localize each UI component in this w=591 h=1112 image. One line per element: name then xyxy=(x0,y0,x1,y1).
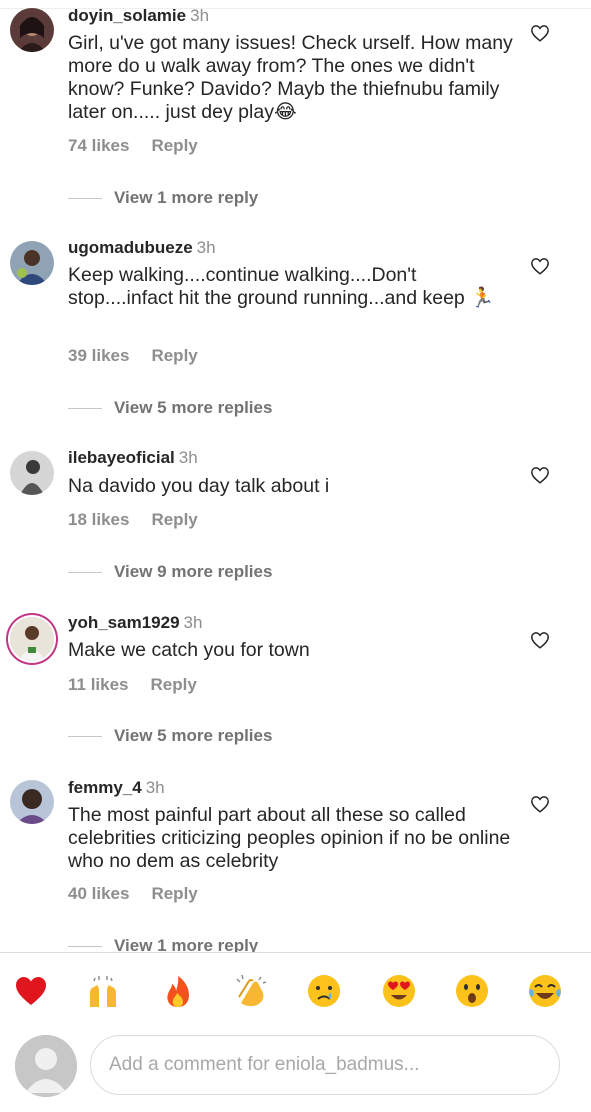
comment-meta: 11 likes Reply xyxy=(68,675,197,695)
crying-face-icon[interactable] xyxy=(306,973,342,1009)
heart-outline-icon[interactable] xyxy=(530,795,550,813)
replies-divider xyxy=(68,408,102,410)
replies-divider xyxy=(68,946,102,948)
heart-outline-icon[interactable] xyxy=(530,257,550,275)
likes-count[interactable]: 39 likes xyxy=(68,346,129,365)
my-avatar[interactable] xyxy=(15,1035,77,1097)
heart-outline-icon[interactable] xyxy=(530,466,550,484)
view-replies-button[interactable]: View 5 more replies xyxy=(68,398,272,418)
comment-text: The most painful part about all these so… xyxy=(68,804,511,872)
comment-header: doyin_solamie 3h xyxy=(68,6,209,26)
heart-outline-icon[interactable] xyxy=(530,631,550,649)
likes-count[interactable]: 18 likes xyxy=(68,510,129,529)
default-avatar-icon xyxy=(15,1035,77,1097)
view-replies-button[interactable]: View 5 more replies xyxy=(68,726,272,746)
likes-count[interactable]: 74 likes xyxy=(68,136,129,155)
avatar[interactable] xyxy=(10,241,54,285)
comment-time: 3h xyxy=(196,238,216,257)
likes-count[interactable]: 11 likes xyxy=(68,675,129,694)
heart-outline-icon[interactable] xyxy=(530,24,550,42)
replies-divider xyxy=(68,572,102,574)
replies-divider xyxy=(68,198,102,200)
comment-input[interactable] xyxy=(90,1035,560,1095)
reply-button[interactable]: Reply xyxy=(151,675,197,694)
view-replies-label: View 5 more replies xyxy=(114,398,273,417)
comment-username[interactable]: femmy_4 xyxy=(68,778,142,797)
raising-hands-icon[interactable] xyxy=(85,973,121,1009)
red-heart-icon[interactable] xyxy=(13,973,49,1009)
replies-divider xyxy=(68,736,102,738)
comment-item: doyin_solamie 3h Girl, u've got many issu… xyxy=(0,0,591,215)
comment-text: Make we catch you for town xyxy=(68,639,310,661)
comment-header: ilebayeoficial 3h xyxy=(68,448,198,468)
view-replies-label: View 1 more reply xyxy=(114,188,259,207)
view-replies-label: View 9 more replies xyxy=(114,562,273,581)
reply-button[interactable]: Reply xyxy=(151,346,197,365)
comment-username[interactable]: yoh_sam1929 xyxy=(68,613,180,632)
comment-text: Girl, u've got many issues! Check urself… xyxy=(68,32,513,123)
comment-header: yoh_sam1929 3h xyxy=(68,613,202,633)
comment-username[interactable]: ilebayeoficial xyxy=(68,448,175,467)
comment-time: 3h xyxy=(183,613,203,632)
comment-username[interactable]: doyin_solamie xyxy=(68,6,186,25)
likes-count[interactable]: 40 likes xyxy=(68,884,129,903)
comment-header: ugomadubueze 3h xyxy=(68,238,216,258)
comment-time: 3h xyxy=(145,778,165,797)
clapping-hands-icon[interactable] xyxy=(233,973,269,1009)
avatar[interactable] xyxy=(10,617,54,661)
heart-eyes-face-icon[interactable] xyxy=(381,973,417,1009)
comment-time: 3h xyxy=(178,448,198,467)
view-replies-label: View 5 more replies xyxy=(114,726,273,745)
view-replies-button[interactable]: View 1 more reply xyxy=(68,188,258,208)
reply-button[interactable]: Reply xyxy=(151,510,197,529)
surprised-face-icon[interactable] xyxy=(454,973,490,1009)
comment-text: Na davido you day talk about i xyxy=(68,475,330,497)
comment-header: femmy_4 3h xyxy=(68,778,165,798)
emoji-reaction-bar xyxy=(0,952,591,1023)
avatar[interactable] xyxy=(10,451,54,495)
reply-button[interactable]: Reply xyxy=(151,136,197,155)
reply-button[interactable]: Reply xyxy=(151,884,197,903)
comment-meta: 74 likes Reply xyxy=(68,136,198,156)
view-replies-button[interactable]: View 9 more replies xyxy=(68,562,272,582)
comment-text: Keep walking....continue walking....Don'… xyxy=(68,264,495,309)
comment-compose-bar xyxy=(0,1022,591,1112)
avatar[interactable] xyxy=(10,8,54,52)
tears-of-joy-face-icon[interactable] xyxy=(527,973,563,1009)
fire-icon[interactable] xyxy=(160,973,196,1009)
avatar[interactable] xyxy=(10,780,54,824)
comment-meta: 18 likes Reply xyxy=(68,510,198,530)
comment-meta: 39 likes Reply xyxy=(68,346,198,366)
comment-username[interactable]: ugomadubueze xyxy=(68,238,193,257)
comment-time: 3h xyxy=(190,6,210,25)
comment-meta: 40 likes Reply xyxy=(68,884,198,904)
